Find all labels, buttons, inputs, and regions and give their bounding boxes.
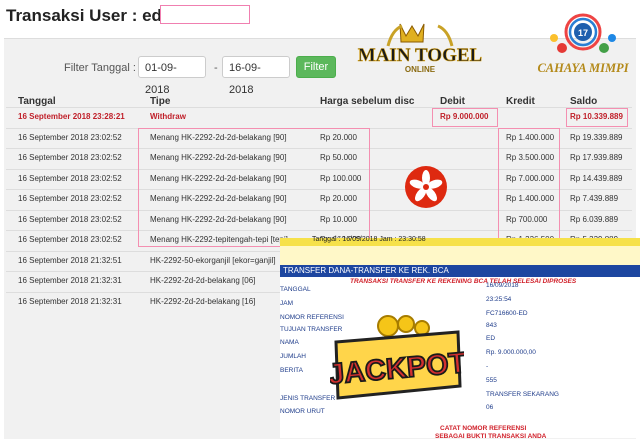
crown-icon	[386, 23, 454, 47]
main-togel-subtext: ONLINE	[405, 65, 436, 74]
receipt-field-value: 843	[486, 322, 497, 329]
cell-tanggal: 16 September 2018 21:32:51	[18, 255, 122, 265]
receipt-field-value: TRANSFER SEKARANG	[486, 391, 559, 398]
cell-saldo: Rp 14.439.889	[570, 173, 623, 183]
receipt-field-value: 23:25:54	[486, 296, 512, 303]
page-title: Transaksi User : ed	[6, 6, 162, 25]
receipt-field-label: TANGGAL	[280, 286, 311, 293]
row-divider	[6, 107, 632, 108]
col-saldo[interactable]: Saldo	[570, 96, 597, 107]
receipt-yellow-band	[280, 246, 640, 265]
receipt-field-label: NAMA	[280, 339, 299, 346]
username-redaction-box	[160, 5, 250, 24]
cell-tanggal: 16 September 2018 21:32:31	[18, 296, 122, 306]
col-harga[interactable]: Harga sebelum disc	[320, 96, 414, 107]
jackpot-graphic: JACKPOT	[330, 315, 464, 400]
date-to-input[interactable]: 16-09-2018	[222, 56, 290, 96]
cell-tipe: HK-2292-2d-2d-belakang [06]	[150, 276, 256, 285]
cell-tanggal: 16 September 2018 23:02:52	[18, 173, 122, 183]
receipt-field-value: FC716600-ED	[486, 310, 528, 317]
receipt-field-label: JENIS TRANSFER	[280, 395, 336, 402]
receipt-field-value: ED	[486, 335, 496, 342]
col-tipe[interactable]: Tipe	[150, 96, 170, 107]
receipt-field-value: 16/09/2018	[486, 282, 519, 289]
date-from-input[interactable]: 01-09-2018	[138, 56, 206, 96]
receipt-field-value: Rp. 9.000.000,00	[486, 349, 536, 356]
receipt-title: TRANSFER DANA-TRANSFER KE REK. BCA	[283, 266, 449, 275]
cell-tipe: HK-2292-2d-2d-belakang [16]	[150, 296, 256, 306]
saldo-highlight-box	[566, 108, 628, 127]
col-tanggal[interactable]: Tanggal	[18, 96, 56, 107]
receipt-notice: TRANSAKSI TRANSFER KE REKENING BCA TELAH…	[350, 278, 577, 285]
cahaya-mimpi-text: CAHAYA MIMPI	[537, 61, 629, 75]
cahaya-mimpi-logo: 17 CAHAYA MIMPI	[537, 13, 630, 75]
cell-tanggal: 16 September 2018 21:32:31	[18, 276, 122, 285]
col-debit[interactable]: Debit	[440, 96, 465, 107]
receipt-field-value: -	[486, 363, 489, 370]
col-kredit[interactable]: Kredit	[506, 96, 535, 107]
cell-saldo: Rp 19.339.889	[570, 132, 623, 142]
receipt-field-label: BERITA	[280, 367, 303, 374]
svg-text:17: 17	[578, 28, 588, 38]
receipt-field-label: JAM	[280, 300, 293, 307]
tipe-highlight-box	[138, 128, 370, 247]
cell-tanggal: 16 September 2018 23:02:52	[18, 153, 122, 162]
receipt-field-label: JUMLAH	[280, 353, 307, 360]
filter-label: Filter Tanggal :	[64, 62, 136, 74]
cell-tanggal: 16 September 2018 23:28:21	[18, 112, 125, 121]
cell-saldo: Rp 17.939.889	[570, 153, 623, 162]
receipt-field-label: NOMOR URUT	[280, 408, 325, 415]
cell-tipe: HK-2292-50-ekorganjil [ekor=ganjil]	[150, 255, 276, 265]
cell-tanggal: 16 September 2018 23:02:52	[18, 214, 122, 224]
cell-saldo: Rp 7.439.889	[570, 194, 619, 203]
cell-saldo: Rp 6.039.889	[570, 214, 619, 224]
cell-tanggal: 16 September 2018 23:02:52	[18, 132, 122, 142]
receipt-footer-2: SEBAGAI BUKTI TRANSAKSI ANDA	[435, 433, 547, 440]
receipt-footer-1: CATAT NOMOR REFERENSI	[440, 425, 527, 432]
main-togel-logo: MAIN TOGEL ONLINE	[357, 23, 483, 74]
receipt-datetime: Tanggal : 16/09/2018 Jam : 23:30:58	[312, 236, 426, 243]
filter-button[interactable]: Filter	[296, 56, 336, 78]
kredit-highlight-box	[498, 128, 560, 247]
date-separator: -	[214, 62, 218, 74]
cell-tanggal: 16 September 2018 23:02:52	[18, 235, 122, 244]
receipt-field-value: 06	[486, 404, 494, 411]
receipt-field-value: 555	[486, 377, 497, 384]
cell-tanggal: 16 September 2018 23:02:52	[18, 194, 122, 203]
cell-tipe: Withdraw	[150, 112, 186, 121]
main-togel-text: MAIN TOGEL	[358, 45, 482, 66]
coin-icon	[377, 315, 430, 337]
hong-kong-flag-icon	[405, 166, 447, 208]
debit-highlight-box	[432, 108, 498, 127]
